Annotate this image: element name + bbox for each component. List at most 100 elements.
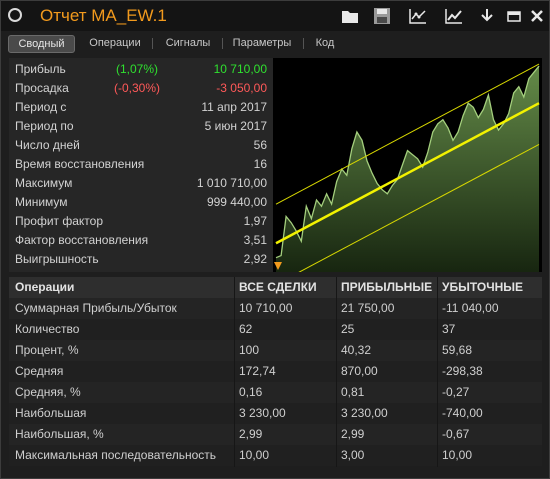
equity-chart <box>273 58 542 285</box>
column-divider <box>234 277 235 467</box>
table-cell: -11 040,00 <box>442 301 499 315</box>
summary-row: Профит фактор 1,97 <box>9 212 273 231</box>
summary-value: 5 июн 2017 <box>204 119 267 133</box>
table-row: Средняя, % 0,16 0,81 -0,27 <box>9 382 542 403</box>
table-row: Наибольшая, % 2,99 2,99 -0,67 <box>9 424 542 445</box>
summary-value: 56 <box>253 138 267 152</box>
folder-icon[interactable] <box>340 7 360 25</box>
table-cell: 40,32 <box>341 343 372 357</box>
table-row: Максимальная последовательность 10,00 3,00… <box>9 445 542 466</box>
window-title: Отчет MA_EW.1 <box>40 6 167 25</box>
summary-value: 999 440,00 <box>206 195 267 209</box>
summary-label: Просадка <box>15 81 69 95</box>
summary-label: Максимум <box>15 176 73 190</box>
table-cell: Суммарная Прибыль/Убыток <box>15 301 177 315</box>
table-cell: -0,27 <box>442 385 470 399</box>
summary-value: 2,92 <box>243 252 267 266</box>
table-cell: 3 230,00 <box>239 406 286 420</box>
table-cell: 0,16 <box>239 385 263 399</box>
chart-icon[interactable] <box>444 7 464 25</box>
table-cell: 10,00 <box>442 448 473 462</box>
column-header-profitable: ПРИБЫЛЬНЫЕ <box>341 280 433 294</box>
minimize-icon[interactable] <box>504 7 524 25</box>
summary-value: 11 апр 2017 <box>201 100 267 114</box>
summary-row: Выигрышность 2,92 <box>9 250 273 269</box>
summary-label: Прибыль <box>15 62 66 76</box>
summary-row: Максимум 1 010 710,00 <box>9 174 273 193</box>
column-header-all-trades: ВСЕ СДЕЛКИ <box>239 280 317 294</box>
table-cell: -740,00 <box>442 406 483 420</box>
table-row: Суммарная Прибыль/Убыток 10 710,00 21 750,… <box>9 298 542 319</box>
tab-operations[interactable]: Операции <box>80 35 150 51</box>
table-cell: 2,99 <box>341 427 365 441</box>
tab-summary[interactable]: Сводный <box>8 35 75 53</box>
table-cell: 0,81 <box>341 385 365 399</box>
report-window: Отчет MA_EW.1 Сводный Операции Сигналы П… <box>0 0 550 479</box>
tab-bar: Сводный Операции Сигналы Параметры Код <box>1 34 549 54</box>
tab-code[interactable]: Код <box>307 35 343 51</box>
table-cell: -0,67 <box>442 427 470 441</box>
download-icon[interactable] <box>477 7 497 25</box>
table-cell: 870,00 <box>341 364 378 378</box>
table-cell: Количество <box>15 322 80 336</box>
equity-chart-svg <box>274 63 540 285</box>
summary-row: Фактор восстановления 3,51 <box>9 231 273 250</box>
table-row: Процент, % 100 40,32 59,68 <box>9 340 542 361</box>
table-cell: 3 230,00 <box>341 406 388 420</box>
summary-panel: Прибыль (1,07%) 10 710,00 Просадка (-0,30%) -… <box>9 58 273 272</box>
table-cell: 59,68 <box>442 343 473 357</box>
table-row: Количество 62 25 37 <box>9 319 542 340</box>
table-cell: Наибольшая, % <box>15 427 104 441</box>
summary-row: Время восстановления 16 <box>9 155 273 174</box>
table-cell: 21 750,00 <box>341 301 395 315</box>
summary-label: Профит фактор <box>15 214 104 228</box>
table-cell: -298,38 <box>442 364 483 378</box>
table-cell: Максимальная последовательность <box>15 448 217 462</box>
summary-label: Выигрышность <box>15 252 99 266</box>
summary-value: 16 <box>253 157 267 171</box>
summary-row: Число дней 56 <box>9 136 273 155</box>
summary-value: 3,51 <box>243 233 267 247</box>
summary-label: Фактор восстановления <box>15 233 149 247</box>
table-cell: Средняя, % <box>15 385 81 399</box>
tab-separator <box>152 38 153 49</box>
close-icon[interactable] <box>527 7 547 25</box>
table-row: Наибольшая 3 230,00 3 230,00 -740,00 <box>9 403 542 424</box>
summary-row: Прибыль (1,07%) 10 710,00 <box>9 60 273 79</box>
summary-percent: (-0,30%) <box>113 81 160 95</box>
table-row: Средняя 172,74 870,00 -298,38 <box>9 361 542 382</box>
table-cell: 10 710,00 <box>239 301 293 315</box>
table-cell: 37 <box>442 322 456 336</box>
summary-row: Период по 5 июн 2017 <box>9 117 273 136</box>
table-header: Операции ВСЕ СДЕЛКИ ПРИБЫЛЬНЫЕ УБЫТОЧНЫЕ <box>9 277 542 298</box>
window-menu-icon[interactable] <box>8 8 22 22</box>
table-cell: 62 <box>239 322 253 336</box>
operations-table: Операции ВСЕ СДЕЛКИ ПРИБЫЛЬНЫЕ УБЫТОЧНЫЕ… <box>9 277 542 467</box>
summary-label: Число дней <box>15 138 80 152</box>
summary-row: Минимум 999 440,00 <box>9 193 273 212</box>
summary-value: 1,97 <box>243 214 267 228</box>
save-icon[interactable] <box>372 7 392 25</box>
summary-percent: (1,07%) <box>115 62 159 76</box>
table-cell: 10,00 <box>239 448 270 462</box>
table-cell: 3,00 <box>341 448 365 462</box>
summary-label: Период с <box>15 100 67 114</box>
column-header-operations: Операции <box>15 280 75 294</box>
table-cell: Средняя <box>15 364 64 378</box>
tab-signals[interactable]: Сигналы <box>156 35 220 51</box>
tab-separator <box>303 38 304 49</box>
summary-row: Период с 11 апр 2017 <box>9 98 273 117</box>
tab-separator <box>222 38 223 49</box>
table-cell: 25 <box>341 322 355 336</box>
summary-label: Минимум <box>15 195 68 209</box>
summary-row: Просадка (-0,30%) -3 050,00 <box>9 79 273 98</box>
table-cell: 100 <box>239 343 260 357</box>
export-chart-icon[interactable] <box>408 7 428 25</box>
column-divider <box>336 277 337 467</box>
equity-area <box>276 66 539 272</box>
tab-parameters[interactable]: Параметры <box>226 35 298 51</box>
summary-value: 1 010 710,00 <box>196 176 267 190</box>
summary-value: 10 710,00 <box>213 62 267 76</box>
table-cell: 172,74 <box>239 364 276 378</box>
column-header-losing: УБЫТОЧНЫЕ <box>442 280 524 294</box>
